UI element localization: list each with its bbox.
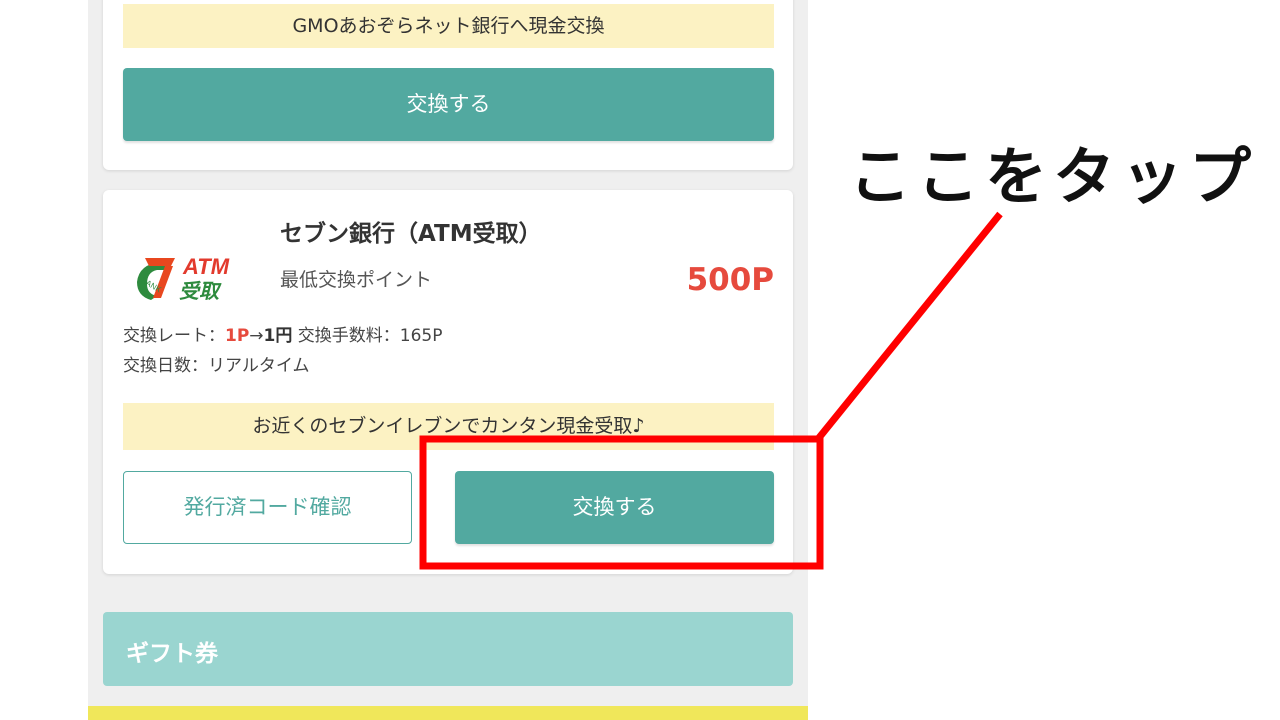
phone-screen: GMOあおぞらネット銀行へ現金交換 交換する BANK ATM 受取 セブン銀行… <box>88 0 808 720</box>
rate-from: 1P <box>225 326 250 346</box>
min-points-label: 最低交換ポイント <box>280 269 433 291</box>
gmo-notice-banner: GMOあおぞらネット銀行へ現金交換 <box>123 4 774 48</box>
gmo-aozora-card: GMOあおぞらネット銀行へ現金交換 交換する <box>103 0 793 170</box>
gmo-exchange-button[interactable]: 交換する <box>123 68 774 141</box>
gift-card-section-header[interactable]: ギフト券 <box>103 612 793 686</box>
tap-here-callout: ここをタップ <box>849 140 1258 213</box>
rate-label: 交換レート： <box>123 326 225 346</box>
pointer-line <box>815 211 1003 442</box>
fee-text: 交換手数料：165P <box>297 326 443 346</box>
seven-bank-atm-logo: BANK ATM 受取 <box>137 254 230 303</box>
exchange-rate-line: 交換レート：1P→1円 交換手数料：165P <box>123 321 443 346</box>
seven-logo-stroke <box>145 258 175 266</box>
min-points-value: 500P <box>686 262 774 298</box>
seven-exchange-button[interactable]: 交換する <box>455 471 774 544</box>
next-section-bar <box>88 706 808 720</box>
rate-arrow: → <box>249 326 264 346</box>
logo-atm-text: ATM <box>182 254 230 279</box>
logo-receive-text: 受取 <box>179 279 222 303</box>
bank-name-title: セブン銀行（ATM受取） <box>280 221 542 247</box>
exchange-days-line: 交換日数：リアルタイム <box>123 356 310 376</box>
seven-bank-card: BANK ATM 受取 セブン銀行（ATM受取） 最低交換ポイント 500P 交… <box>103 190 793 574</box>
issued-code-button[interactable]: 発行済コード確認 <box>123 471 412 544</box>
gift-section-label: ギフト券 <box>126 641 218 667</box>
seven-notice-banner: お近くのセブンイレブンでカンタン現金受取♪ <box>123 403 774 450</box>
rate-to: 1円 <box>263 326 293 346</box>
